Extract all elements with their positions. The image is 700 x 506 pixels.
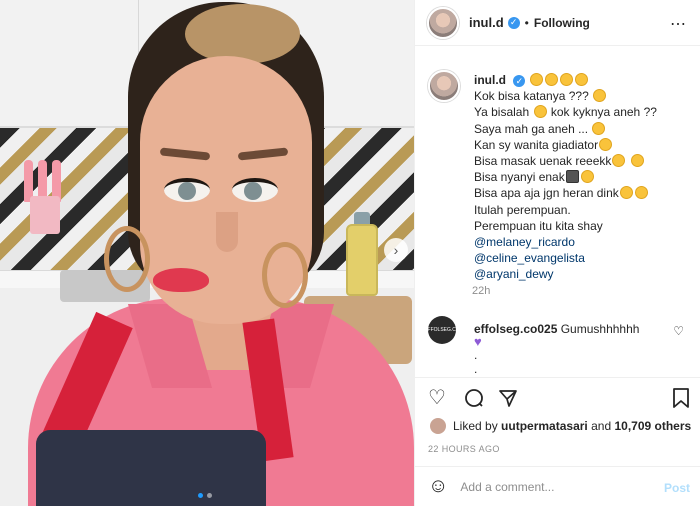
utensil-cup [30,196,60,234]
caption-line: Bisa nyanyi enak [474,170,565,185]
likes-summary: Liked by uutpermatasari and 10,709 other… [430,418,691,434]
bookmark-icon[interactable] [672,388,690,412]
thumbs-up-icon [630,154,644,168]
iris-right [244,182,262,200]
comment-username-link[interactable]: effolseg.co025 [474,322,557,336]
following-button[interactable]: Following [534,16,590,30]
caption-line: Bisa masak uenak reeekk [474,154,612,169]
grin-emoji-icon [593,89,607,103]
emoji-picker-icon[interactable]: ☺ [428,475,448,498]
verified-badge-icon: ✓ [513,74,526,87]
comment-dot: . [474,362,478,376]
mention-link[interactable]: @melaney_ricardo [474,235,575,249]
post-header: inul.d ✓ • Following ⋯ [415,0,700,46]
mention-link[interactable]: @celine_evangelista [474,251,585,265]
rofl-emoji-icon [544,73,558,86]
carousel-indicator [198,493,212,498]
comment-dot: . [474,348,478,362]
yum-emoji-icon [612,154,626,168]
purple-heart-icon: ♥ [474,334,482,349]
nose [216,212,238,252]
rofl-emoji-icon [599,137,613,151]
like-heart-icon[interactable]: ♡ [428,388,446,408]
carousel-dot-active [198,493,203,498]
header-username[interactable]: inul.d [469,15,504,30]
iris-left [178,182,196,200]
carousel-dot [207,493,212,498]
caption-username[interactable]: inul.d [474,73,506,87]
post-photo[interactable]: › [0,0,414,506]
microphone-icon [565,170,579,184]
verified-badge-icon: ✓ [507,16,520,29]
earring-right [262,242,308,308]
comment-avatar[interactable]: EFFOLSEG.CO [424,316,460,344]
caption-line: Saya mah ga aneh ... [474,121,589,136]
share-send-icon[interactable] [498,388,518,412]
rofl-emoji-icon [559,73,573,86]
liker-username[interactable]: uutpermatasari [501,419,588,433]
likes-joiner: and [591,419,612,433]
header-avatar[interactable] [427,6,459,39]
caption-line: Kan sy wanita giadiator [474,137,599,152]
grin-emoji-icon [580,170,594,184]
apron [36,430,266,506]
comment-username: effolseg.co025 Gumushhhhhh [474,322,639,336]
post-comment-button[interactable]: Post [664,481,690,495]
oil-bottle [346,224,378,296]
likes-prefix: Liked by [453,419,498,433]
thinking-emoji-icon [533,105,547,119]
comment-bubble-icon[interactable] [464,388,484,412]
carousel-next-icon[interactable]: › [384,238,408,262]
caption-text: inul.d ✓ Kok bisa katanya ??? Ya bisalah… [474,72,694,283]
caption-timestamp[interactable]: 22h [472,285,490,297]
action-bar: ♡ [414,377,700,417]
hair-bun [185,4,300,64]
comment-dots: . . [474,348,477,376]
add-comment-bar: ☺ Post [414,466,700,506]
likes-others-link[interactable]: 10,709 others [614,419,691,433]
caption-avatar[interactable] [428,70,460,102]
caption-line: kok kyknya aneh ?? [550,105,657,120]
rofl-emoji-icon [574,73,588,86]
caption-line: Ya bisalah [474,105,530,120]
thinking-emoji-icon [592,121,606,135]
caption-line: Perempuan itu kita shay [474,218,603,233]
comment-like-icon[interactable]: ♡ [673,324,684,338]
earring-left [104,226,150,292]
header-separator: • [524,15,529,30]
caption-line: Kok bisa katanya ??? [474,89,589,104]
caption-line: Itulah perempuan. [474,202,571,217]
mention-link[interactable]: @aryani_dewy [474,267,554,281]
rofl-emoji-icon [529,73,543,86]
rofl-emoji-icon [619,186,633,200]
more-options-icon[interactable]: ⋯ [670,14,687,34]
post-time-ago[interactable]: 22 HOURS AGO [428,444,500,454]
rofl-emoji-icon [634,186,648,200]
comment-text: Gumushhhhhh [560,322,640,336]
lips [153,268,209,292]
comment-input[interactable] [460,479,657,494]
caption-line: Bisa apa aja jgn heran dink [474,186,619,201]
liker-avatar[interactable] [430,418,446,434]
